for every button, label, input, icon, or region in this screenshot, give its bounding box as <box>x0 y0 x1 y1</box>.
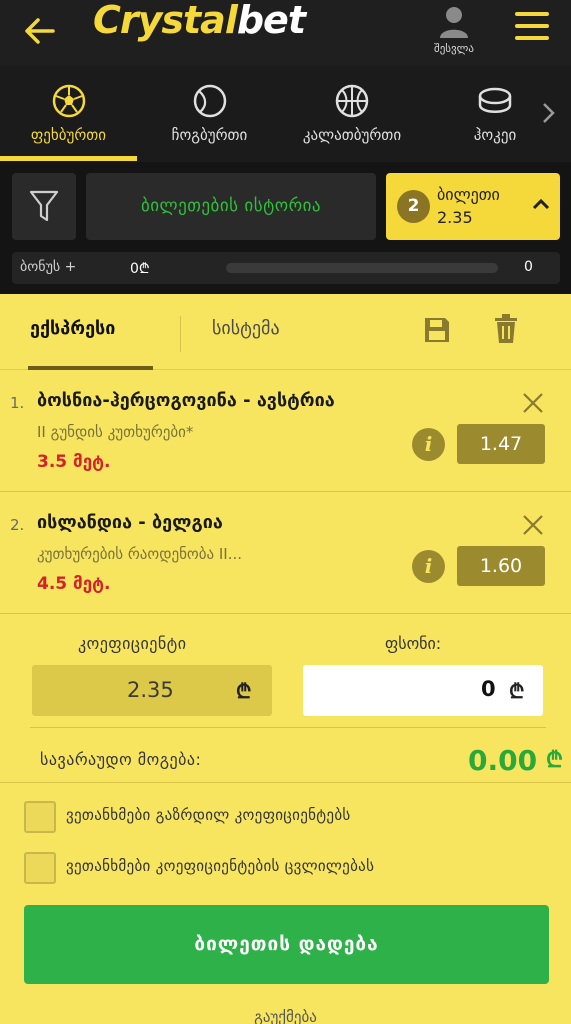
currency-icon: ₾ <box>509 679 525 703</box>
selection-pick: 4.5 მეტ. <box>37 574 111 594</box>
logo[interactable]: Crystalbet <box>93 0 306 48</box>
chevron-up-icon <box>532 198 550 210</box>
selection-market: კუთხურების რაოდენობა II... <box>37 545 243 563</box>
total-coefficient-field: 2.35 ₾ <box>32 665 272 716</box>
bonus-progress-bar: ბონუს + 0₾ 0 <box>12 252 560 284</box>
tab-divider <box>180 316 181 352</box>
accept-odds-changes-label[interactable]: ვეთანხმები კოეფიციენტების ცვლილებას <box>66 857 374 875</box>
coefficient-label: კოეფიციენტი <box>78 634 187 653</box>
basketball-icon <box>335 84 369 118</box>
close-icon[interactable] <box>521 513 545 537</box>
cancel-link[interactable]: გაუქმება <box>0 1008 571 1024</box>
bonus-label: ბონუს + <box>20 259 77 275</box>
bonus-value: 0₾ <box>130 261 150 277</box>
currency-icon: ₾ <box>236 679 252 703</box>
potential-win-label: სავარაუდო მოგება: <box>40 750 202 769</box>
accept-odds-changes-checkbox[interactable] <box>24 852 56 884</box>
back-arrow-icon[interactable] <box>24 16 56 46</box>
selection-odds[interactable]: 1.60 <box>457 546 545 586</box>
stake-input[interactable]: 0 ₾ <box>303 665 543 716</box>
hockey-puck-icon <box>478 87 512 113</box>
potential-win-value: 0.00 <box>468 744 538 777</box>
ticket-history-button[interactable]: ბილეთების ისტორია <box>86 173 376 240</box>
login-button[interactable]: შესვლა <box>428 6 480 58</box>
currency-icon: ₾ <box>546 748 563 773</box>
sport-tab-soccer[interactable]: ფეხბურთი <box>0 66 137 162</box>
selection-event: ბოსნია-ჰერცოგოვინა - ავსტრია <box>37 390 335 411</box>
sport-tab-basketball[interactable]: კალათბურთი <box>282 66 422 162</box>
active-tab-indicator <box>28 366 153 370</box>
trash-icon[interactable] <box>494 314 518 344</box>
logo-main: Crystal <box>93 0 238 42</box>
login-label: შესვლა <box>434 42 474 55</box>
accept-increased-odds-checkbox[interactable] <box>24 801 56 833</box>
selection-number: 1. <box>10 394 25 412</box>
bet-selection-row: 2. ისლანდია - ბელგია კუთხურების რაოდენობ… <box>0 493 571 614</box>
hamburger-menu-icon[interactable] <box>515 12 549 42</box>
bonus-track <box>226 263 498 273</box>
ticket-odds: 2.35 <box>437 208 473 227</box>
divider <box>30 727 546 728</box>
save-icon[interactable] <box>423 316 451 344</box>
filter-button[interactable] <box>12 173 76 240</box>
user-icon <box>440 7 468 38</box>
logo-accent: bet <box>236 0 306 42</box>
soccer-ball-icon <box>52 84 85 118</box>
selection-event: ისლანდია - ბელგია <box>37 512 223 533</box>
divider <box>0 782 571 783</box>
place-bet-button[interactable]: ბილეთის დადება <box>24 905 549 984</box>
info-icon[interactable]: i <box>412 550 445 583</box>
info-icon[interactable]: i <box>412 428 445 461</box>
coefficient-value: 2.35 <box>127 678 174 702</box>
chevron-right-icon[interactable] <box>538 98 558 128</box>
bonus-max: 0 <box>524 259 533 275</box>
active-sport-indicator <box>0 156 137 161</box>
tab-system[interactable]: სისტემა <box>212 318 280 339</box>
sport-tab-tennis[interactable]: ჩოგბურთი <box>137 66 282 162</box>
selection-number: 2. <box>10 516 25 534</box>
selection-market: II გუნდის კუთხურები* <box>37 423 194 441</box>
betslip-tabs: ექსპრესი სისტემა <box>0 294 571 370</box>
sport-label: ჰოკეი <box>473 126 517 144</box>
sport-label: კალათბურთი <box>302 126 402 144</box>
stake-value: 0 <box>481 677 496 701</box>
sport-label: ფეხბურთი <box>30 126 107 144</box>
sports-nav: ფეხბურთი ჩოგბურთი კალათბურთი ჰოკეი <box>0 66 571 162</box>
ticket-toggle-button[interactable]: 2 ბილეთი 2.35 <box>386 173 560 240</box>
ticket-count-badge: 2 <box>397 190 430 223</box>
stake-label: ფსონი: <box>385 634 442 653</box>
top-header: Crystalbet შესვლა <box>0 0 571 66</box>
selection-odds[interactable]: 1.47 <box>457 424 545 464</box>
tennis-ball-icon <box>193 84 226 118</box>
ticket-label: ბილეთი <box>437 185 500 204</box>
accept-increased-odds-label[interactable]: ვეთანხმები გაზრდილ კოეფიციენტებს <box>66 806 351 824</box>
tab-express[interactable]: ექსპრესი <box>30 318 115 339</box>
sport-label: ჩოგბურთი <box>171 126 248 144</box>
sport-tab-hockey[interactable]: ჰოკეი <box>436 66 554 162</box>
selection-pick: 3.5 მეტ. <box>37 452 111 472</box>
close-icon[interactable] <box>521 391 545 415</box>
funnel-icon <box>29 190 59 222</box>
bet-selection-row: 1. ბოსნია-ჰერცოგოვინა - ავსტრია II გუნდი… <box>0 371 571 492</box>
